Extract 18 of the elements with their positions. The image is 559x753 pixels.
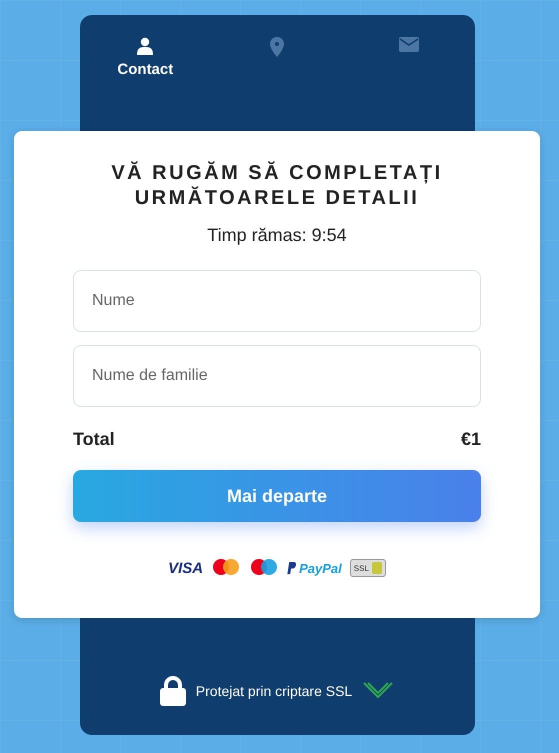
map-pin-icon [270,37,284,57]
input-field[interactable]: Nume [73,270,481,332]
paypal-logo: PayPal [287,560,342,576]
padlock-icon [160,676,186,706]
security-note: Protejat prin criptare SSL [196,682,352,698]
total-label: Total [73,429,115,450]
mastercard-logo [211,558,242,578]
person-icon [136,37,154,55]
input-field[interactable]: Nume de familie [73,345,481,407]
timer-text: Timp rămas: 9:54 [206,225,348,246]
envelope-icon [398,37,419,52]
maestro-logo [249,558,280,578]
visa-logo: VISA [168,560,204,576]
tab[interactable]: Contact [80,37,212,78]
chevron-down-icon [362,680,394,700]
total-value: €1 [460,429,481,450]
form-title: VĂ RUGĂM SĂ COMPLETAȚI URMĂTOARELE DETALII [110,161,444,211]
ssl-badge: SSL [350,559,386,577]
